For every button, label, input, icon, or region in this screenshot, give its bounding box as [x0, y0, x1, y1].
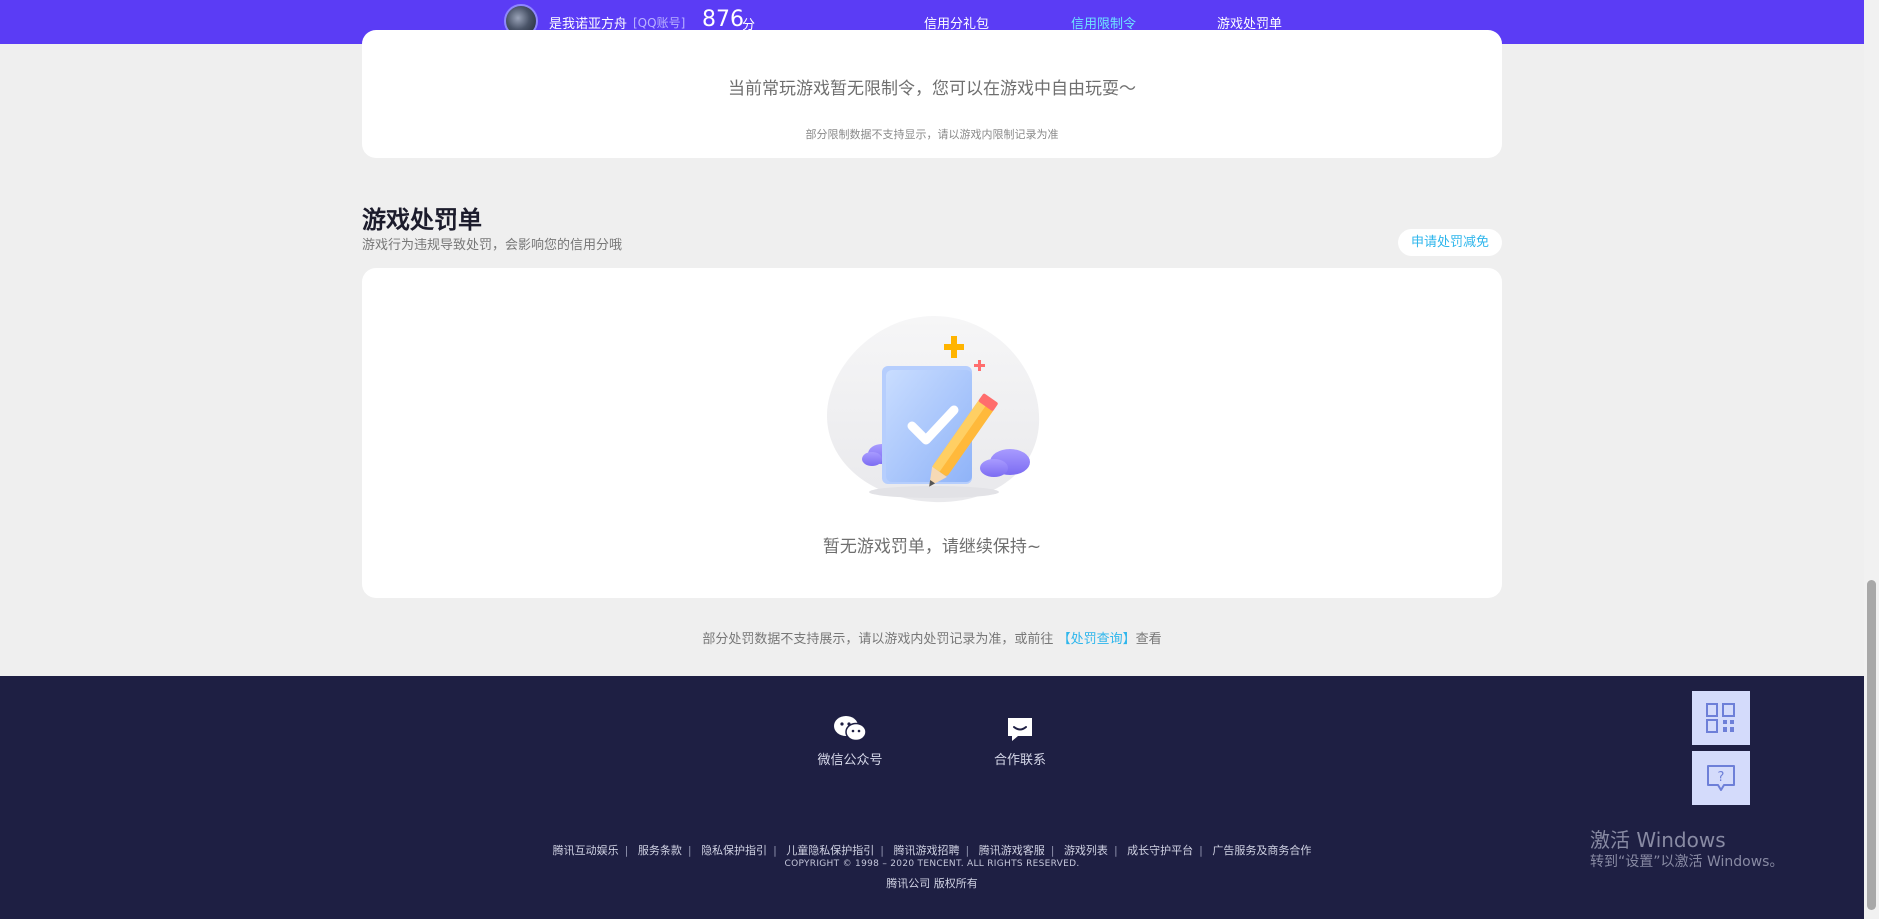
scrollbar-thumb[interactable]	[1867, 580, 1876, 910]
footer-link[interactable]: 游戏列表	[1064, 844, 1108, 857]
windows-activation-hint: 转到“设置”以激活 Windows。	[1590, 854, 1784, 870]
empty-state-text: 暂无游戏罚单，请继续保持~	[822, 537, 1042, 557]
feedback-icon: ?	[1707, 765, 1735, 791]
restriction-note: 部分限制数据不支持显示，请以游戏内限制记录为准	[805, 128, 1059, 141]
penalty-query-link[interactable]: 【处罚查询】	[1058, 632, 1136, 647]
penalty-note-text: 部分处罚数据不支持展示，请以游戏内处罚记录为准，或前往	[702, 632, 1054, 647]
account-type-label: [QQ账号]	[633, 16, 686, 30]
footer-link[interactable]: 儿童隐私保护指引	[786, 844, 874, 857]
empty-state-illustration	[826, 316, 1040, 503]
business-contact[interactable]: 合作联系	[970, 715, 1070, 768]
section-description: 游戏行为违规导致处罚，会影响您的信用分哦	[362, 238, 623, 253]
penalty-card: 暂无游戏罚单，请继续保持~	[362, 268, 1502, 598]
wechat-official-account[interactable]: 微信公众号	[800, 715, 900, 768]
footer-link[interactable]: 隐私保护指引	[701, 844, 767, 857]
feedback-button[interactable]: ?	[1692, 751, 1750, 805]
footer-link[interactable]: 广告服务及商务合作	[1212, 844, 1311, 857]
apply-penalty-reduction-button[interactable]: 申请处罚减免	[1398, 229, 1502, 256]
penalty-note: 部分处罚数据不支持展示，请以游戏内处罚记录为准，或前往 【处罚查询】查看	[0, 628, 1864, 647]
footer-links: 腾讯互动娱乐 | 服务条款 | 隐私保护指引 | 儿童隐私保护指引 | 腾讯游戏招聘 | …	[552, 844, 1312, 857]
section-title: 游戏处罚单	[362, 206, 482, 234]
copyright: COPYRIGHT © 1998 – 2020 TENCENT. ALL RIG…	[784, 859, 1080, 869]
credit-score: 876	[702, 7, 744, 32]
contact-label: 合作联系	[993, 753, 1046, 768]
footer-link[interactable]: 成长守护平台	[1127, 844, 1193, 857]
windows-activation-title: 激活 Windows	[1590, 828, 1726, 852]
footer-link[interactable]: 腾讯互动娱乐	[553, 844, 619, 857]
svg-text:?: ?	[1718, 770, 1725, 785]
message-icon	[1008, 718, 1032, 741]
footer-link[interactable]: 腾讯游戏招聘	[894, 844, 960, 857]
company-rights: 腾讯公司 版权所有	[886, 877, 978, 890]
footer-link[interactable]: 腾讯游戏客服	[979, 844, 1045, 857]
restriction-message: 当前常玩游戏暂无限制令，您可以在游戏中自由玩耍～	[728, 79, 1136, 99]
footer-link[interactable]: 服务条款	[638, 844, 682, 857]
wechat-label: 微信公众号	[817, 753, 883, 768]
footer: 微信公众号 合作联系 腾讯互动娱乐 | 服务条款 | 隐私保护指引 | 儿童隐私保护指…	[0, 676, 1864, 919]
penalty-note-suffix: 查看	[1135, 632, 1162, 647]
wechat-icon	[834, 716, 867, 742]
qrcode-icon	[1706, 703, 1735, 733]
qrcode-button[interactable]	[1692, 691, 1750, 745]
restriction-card: 当前常玩游戏暂无限制令，您可以在游戏中自由玩耍～ 部分限制数据不支持显示，请以游…	[362, 30, 1502, 158]
